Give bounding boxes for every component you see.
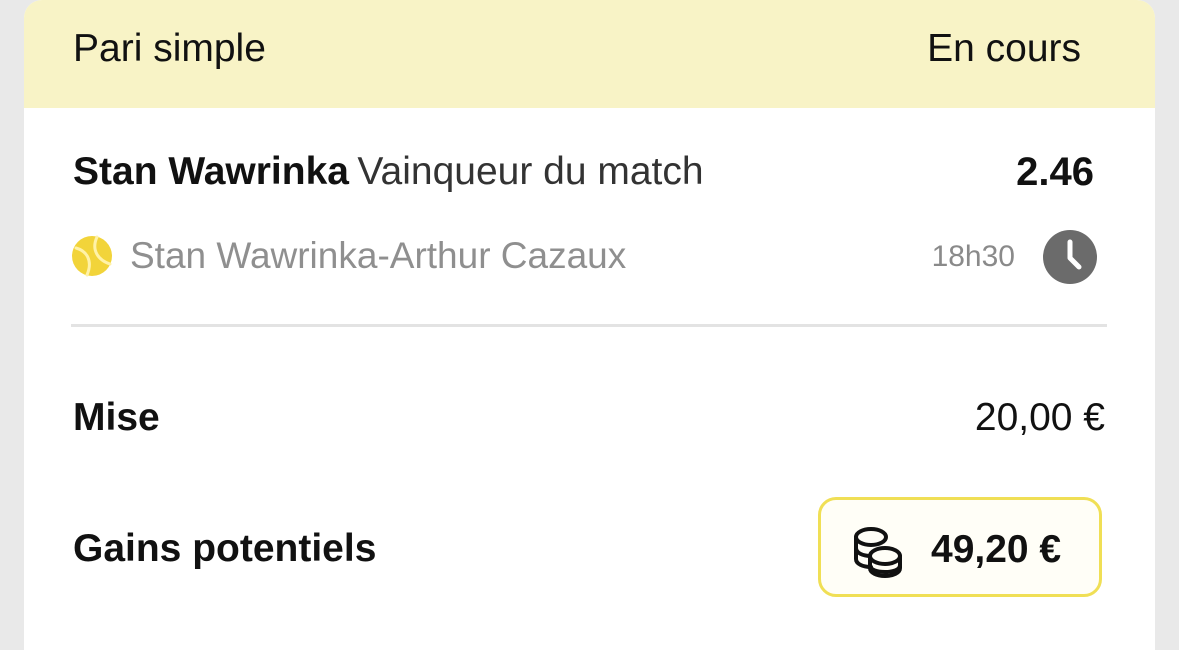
selection-odds: 2.46	[1016, 150, 1094, 194]
tennis-ball-icon	[72, 235, 112, 277]
event-time: 18h30	[931, 240, 1015, 273]
bet-status: En cours	[927, 27, 1081, 70]
coins-icon	[854, 527, 902, 579]
section-divider	[71, 324, 1107, 327]
potential-gains-badge: 49,20 €	[818, 497, 1102, 597]
stake-label: Mise	[73, 396, 160, 439]
stake-value: 20,00 €	[974, 396, 1105, 439]
bet-type-title: Pari simple	[73, 27, 266, 70]
selection-player: Stan Wawrinka	[73, 150, 349, 193]
clock-icon	[1043, 230, 1097, 284]
potential-gains-label: Gains potentiels	[73, 527, 377, 570]
bet-card-header: Pari simple En cours	[24, 0, 1155, 108]
bet-card: Pari simple En cours Stan Wawrinka Vainq…	[24, 0, 1155, 650]
selection-row: Stan Wawrinka Vainqueur du match	[73, 150, 1093, 200]
potential-gains-value: 49,20 €	[931, 528, 1062, 571]
selection-market: Vainqueur du match	[357, 150, 704, 193]
event-name: Stan Wawrinka-Arthur Cazaux	[130, 235, 627, 276]
